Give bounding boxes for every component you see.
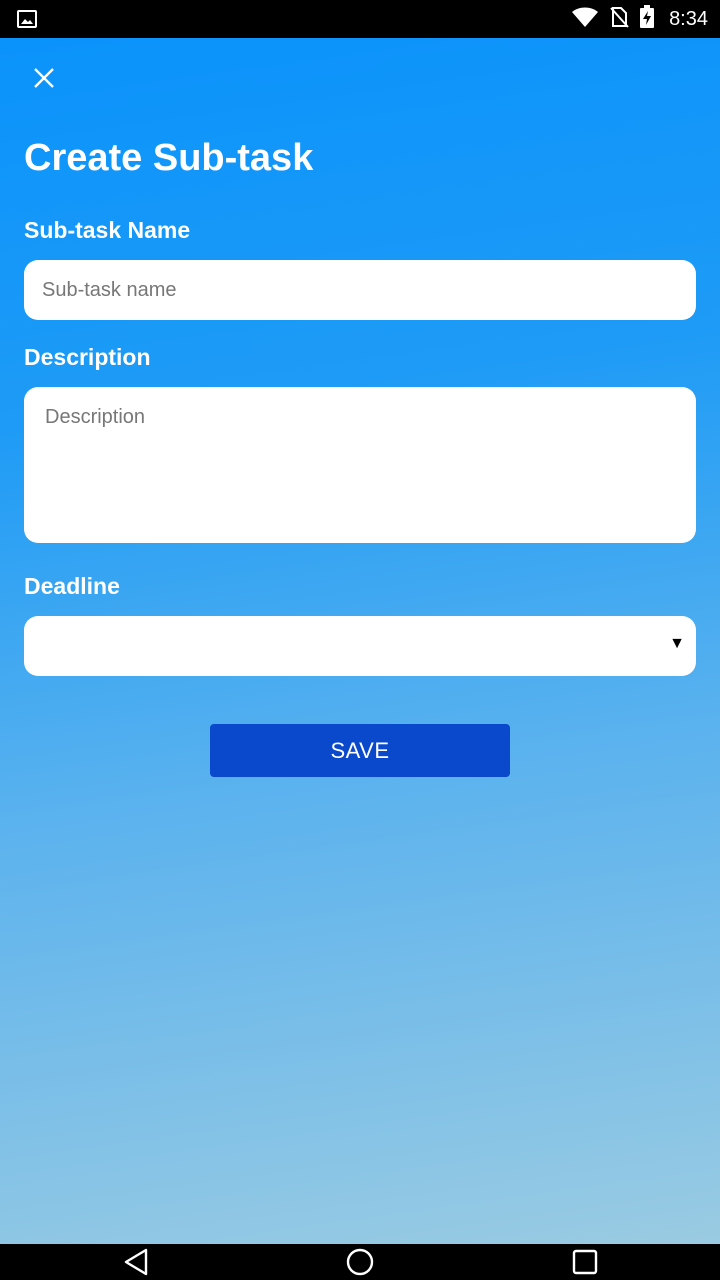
- home-button[interactable]: [330, 1244, 390, 1280]
- deadline-select[interactable]: ▼: [24, 616, 696, 676]
- home-icon: [346, 1248, 374, 1276]
- screen: 8:34 Create Sub-task Sub-task Name Descr…: [0, 0, 720, 1280]
- subtask-name-input[interactable]: [24, 260, 696, 320]
- description-label: Description: [24, 344, 151, 370]
- wifi-icon: [571, 6, 599, 33]
- no-sim-icon: [609, 6, 629, 33]
- status-icons: 8:34: [571, 0, 708, 38]
- close-icon: [34, 68, 54, 88]
- battery-charging-icon: [639, 4, 655, 34]
- close-button[interactable]: [22, 56, 66, 100]
- dropdown-arrow-icon: ▼: [669, 635, 685, 652]
- status-bar: 8:34: [0, 0, 720, 38]
- create-subtask-screen: Create Sub-task Sub-task Name Descriptio…: [0, 38, 720, 1244]
- back-button[interactable]: [106, 1244, 166, 1280]
- back-icon: [124, 1248, 148, 1276]
- navigation-bar: [0, 1244, 720, 1280]
- gallery-notification-icon: [16, 8, 38, 30]
- recents-button[interactable]: [555, 1244, 615, 1280]
- page-title: Create Sub-task: [24, 137, 314, 179]
- status-time: 8:34: [669, 7, 708, 30]
- deadline-label: Deadline: [24, 573, 120, 599]
- subtask-name-label: Sub-task Name: [24, 217, 191, 243]
- save-button[interactable]: SAVE: [210, 724, 510, 777]
- recents-icon: [572, 1249, 598, 1275]
- description-input[interactable]: [24, 387, 696, 543]
